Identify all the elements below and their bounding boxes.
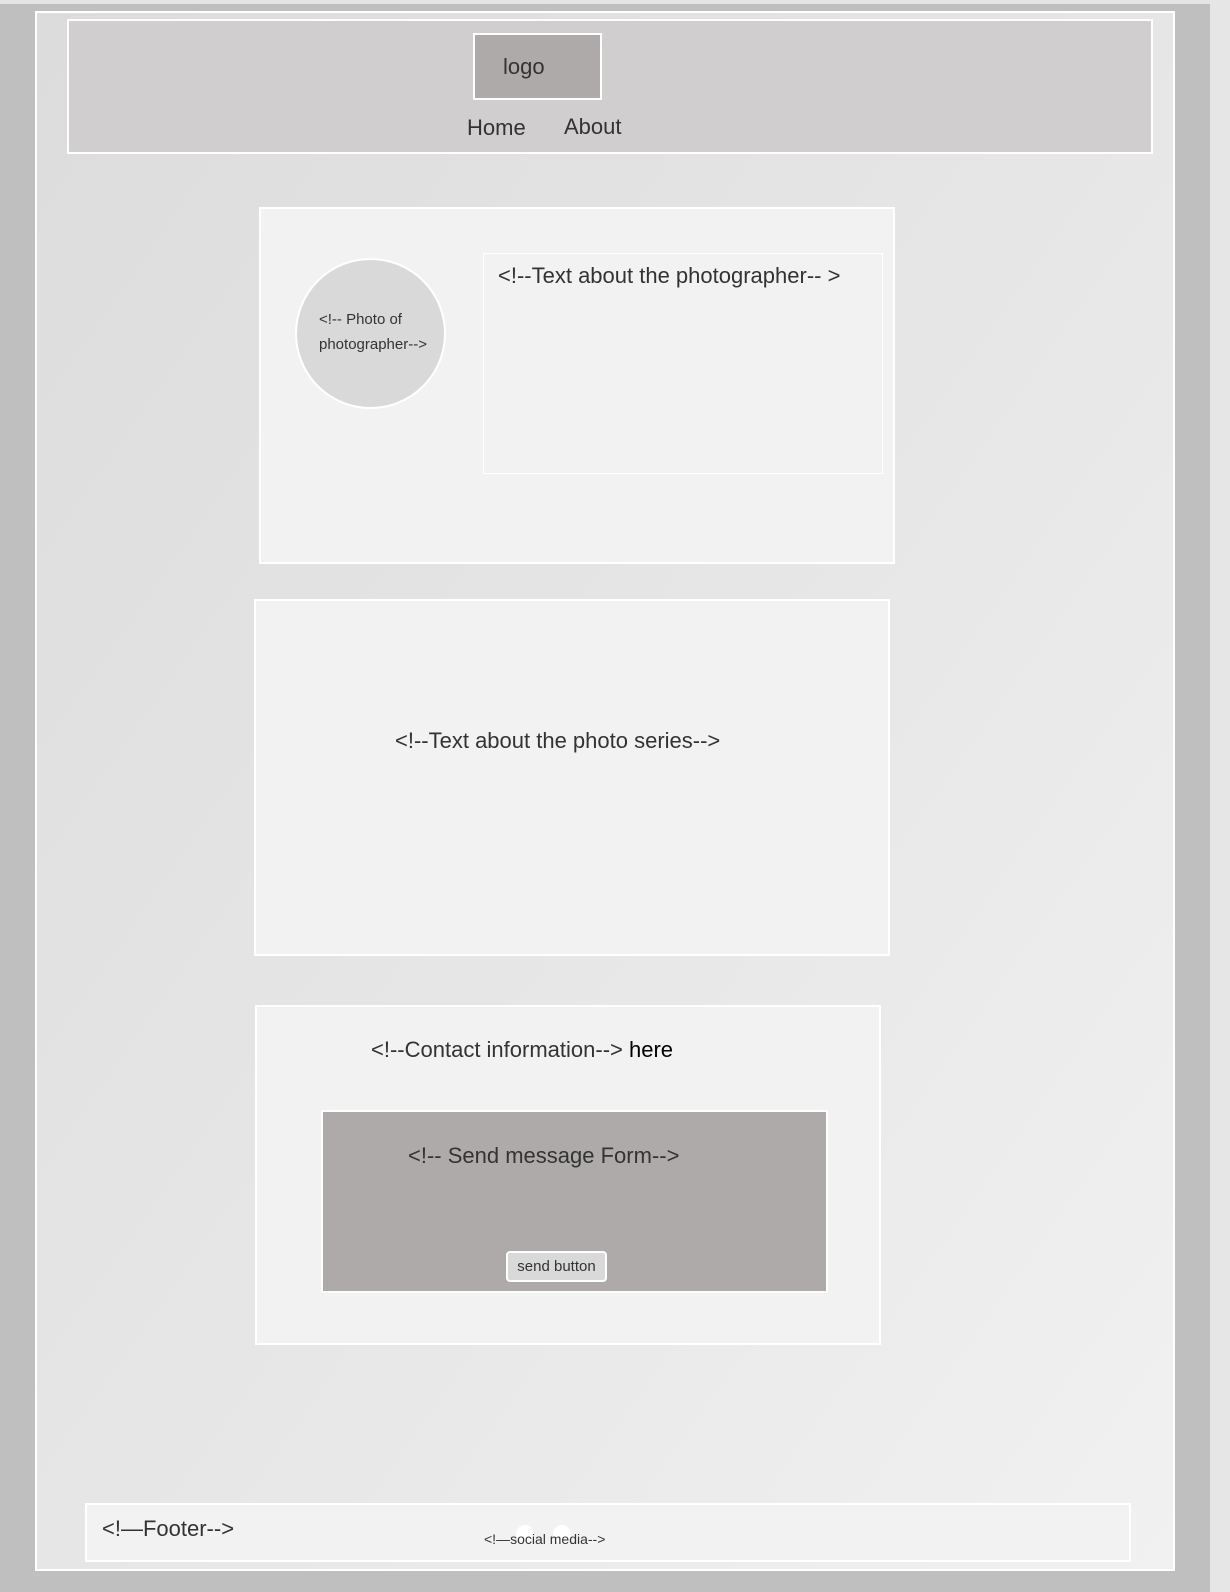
photo-series-section <box>254 599 890 956</box>
wireframe-canvas: logo Home About <!-- Photo of photograph… <box>0 0 1230 1592</box>
logo[interactable]: logo <box>473 33 602 100</box>
photo-placeholder-line-2: photographer--> <box>319 336 427 353</box>
send-button[interactable]: send button <box>506 1251 607 1282</box>
photographer-photo-placeholder: <!-- Photo of photographer--> <box>295 258 446 409</box>
photographer-text-placeholder: <!--Text about the photographer-- > <box>498 263 841 288</box>
contact-info-placeholder: <!--Contact information--> here <box>371 1037 673 1063</box>
footer-label: <!—Footer--> <box>102 1516 235 1541</box>
photo-series-text-placeholder: <!--Text about the photo series--> <box>395 728 721 753</box>
footer <box>85 1503 1131 1562</box>
contact-info-here: here <box>629 1037 674 1062</box>
form-placeholder: <!-- Send message Form--> <box>408 1143 680 1168</box>
right-edge <box>1210 0 1230 1592</box>
top-strip <box>0 0 1210 4</box>
nav-home-link[interactable]: Home <box>467 115 526 141</box>
nav-about-link[interactable]: About <box>564 114 622 140</box>
social-media-label: <!—social media--> <box>484 1531 606 1547</box>
photo-placeholder-line-1: <!-- Photo of <box>319 311 402 328</box>
contact-info-text: <!--Contact information--> <box>371 1037 623 1062</box>
